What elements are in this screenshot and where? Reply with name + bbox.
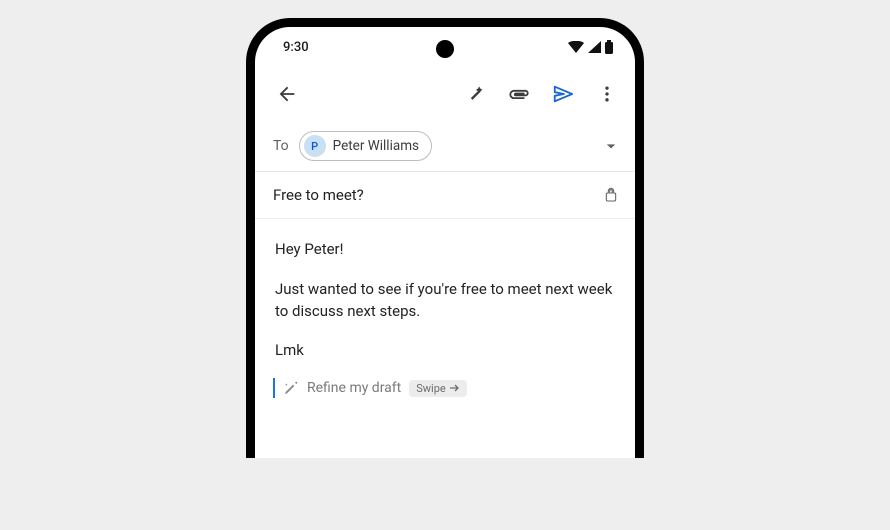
status-time: 9:30 — [283, 40, 309, 55]
recipient-name: Peter Williams — [333, 138, 419, 154]
back-button[interactable] — [265, 72, 309, 116]
refine-label: Refine my draft — [307, 380, 401, 396]
text-cursor — [273, 378, 275, 398]
compose-toolbar — [255, 67, 635, 121]
status-icons — [568, 40, 613, 54]
wifi-icon — [568, 41, 584, 53]
to-label: To — [273, 138, 289, 154]
refine-draft-row[interactable]: Refine my draft Swipe — [255, 378, 635, 418]
magic-compose-button[interactable] — [453, 72, 497, 116]
send-button[interactable] — [541, 72, 585, 116]
swipe-hint: Swipe — [409, 380, 466, 397]
subject-row[interactable]: Free to meet? — [255, 172, 635, 219]
camera-hole — [436, 40, 454, 58]
signal-icon — [588, 41, 601, 53]
attach-button[interactable] — [497, 72, 541, 116]
recipient-chip[interactable]: P Peter Williams — [299, 131, 432, 161]
body-line-3: Lmk — [275, 340, 615, 362]
expand-recipients-icon[interactable] — [601, 136, 621, 156]
recipient-avatar: P — [304, 135, 326, 157]
status-bar: 9:30 — [255, 27, 635, 67]
email-body[interactable]: Hey Peter! Just wanted to see if you're … — [255, 219, 635, 378]
recipients-row[interactable]: To P Peter Williams — [255, 121, 635, 172]
more-button[interactable] — [585, 72, 629, 116]
body-line-1: Hey Peter! — [275, 239, 615, 261]
subject-input[interactable]: Free to meet? — [273, 186, 364, 204]
body-line-2: Just wanted to see if you're free to mee… — [275, 279, 615, 323]
pencil-sparkle-icon — [283, 380, 299, 396]
lock-icon — [603, 187, 619, 203]
battery-icon — [605, 40, 613, 54]
phone-frame: 9:30 To — [246, 18, 644, 458]
swipe-hint-label: Swipe — [416, 382, 445, 395]
